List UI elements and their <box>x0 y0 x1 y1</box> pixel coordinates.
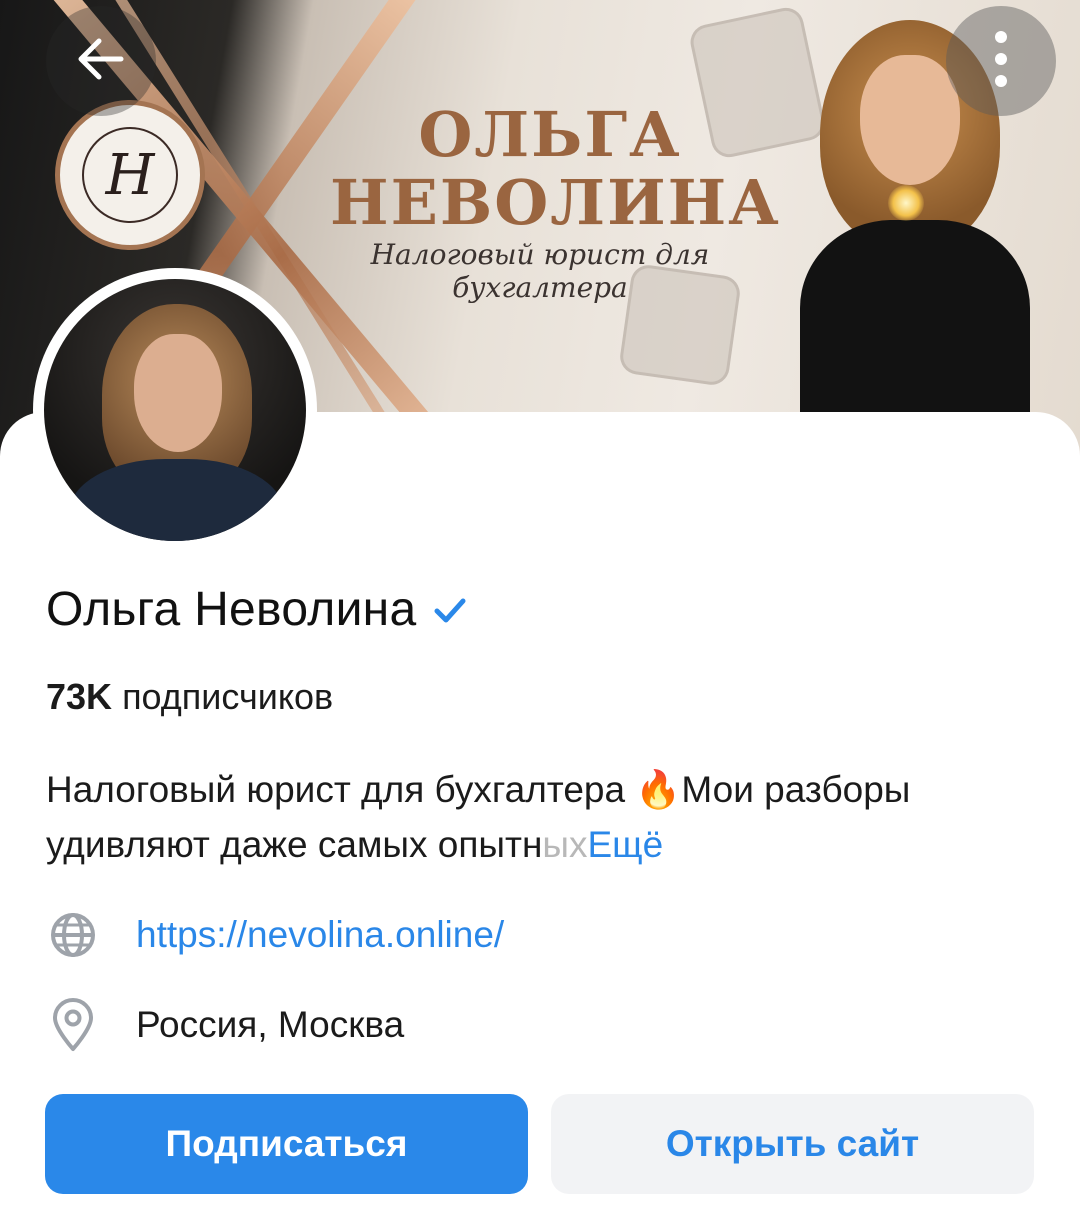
open-site-button[interactable]: Открыть сайт <box>551 1094 1034 1194</box>
profile-name-row: Ольга Неволина <box>46 582 468 637</box>
checkmark-icon <box>432 592 468 628</box>
arrow-left-icon <box>73 31 129 92</box>
subscribe-button[interactable]: Подписаться <box>45 1094 528 1194</box>
cover-subtitle: Налоговый юрист для бухгалтера <box>370 238 710 304</box>
globe-icon <box>46 908 100 962</box>
cover-title-line1: ОЛЬГА <box>418 98 682 171</box>
lightbulb-icon <box>888 185 924 221</box>
subscribers-count: 73K подписчиков <box>46 676 333 718</box>
bio-fade: ых <box>542 824 588 865</box>
website-row[interactable]: https://nevolina.online/ <box>46 908 504 962</box>
subscribers-number: 73K <box>46 676 113 717</box>
location-text: Россия, Москва <box>136 1004 405 1045</box>
more-menu-button[interactable] <box>946 6 1056 116</box>
school-logo: Н <box>55 100 205 250</box>
profile-name: Ольга Неволина <box>46 583 417 636</box>
more-vertical-icon <box>991 29 1011 94</box>
website-link[interactable]: https://nevolina.online/ <box>136 914 504 956</box>
location-pin-icon <box>46 998 100 1052</box>
location-row: Россия, Москва <box>46 998 404 1052</box>
profile-bio: Налоговый юрист для бухгалтера 🔥Мои разб… <box>46 762 1006 872</box>
avatar-ring <box>33 268 317 552</box>
school-logo-letter: Н <box>82 127 178 223</box>
cover-title-line2: НЕВОЛИНА <box>330 166 781 239</box>
bio-text: Налоговый юрист для бухгалтера 🔥Мои разб… <box>46 769 911 865</box>
bio-more-link[interactable]: Ещё <box>587 824 663 865</box>
subscribers-label: подписчиков <box>122 676 334 717</box>
avatar[interactable] <box>44 279 306 541</box>
back-button[interactable] <box>46 6 156 116</box>
